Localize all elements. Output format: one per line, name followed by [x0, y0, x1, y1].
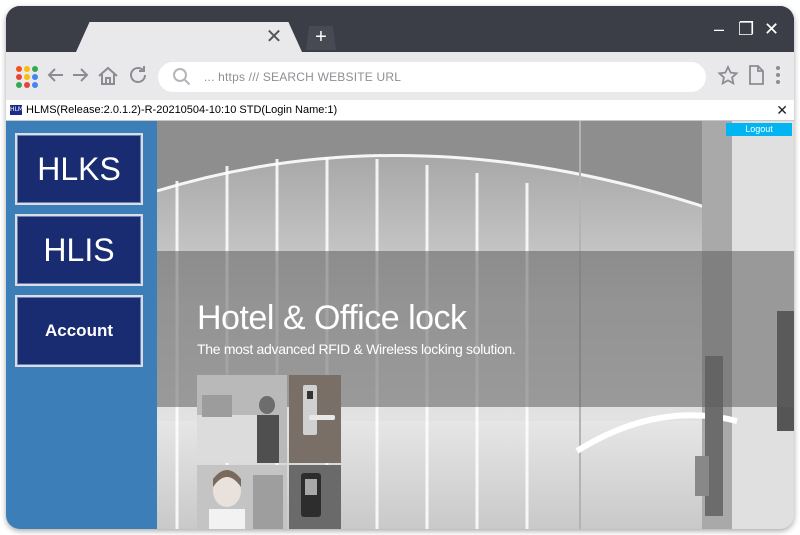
apps-dot	[32, 66, 38, 72]
nav-button-label: HLIS	[43, 232, 115, 268]
browser-toolbar: ... https /// SEARCH WEBSITE URL	[6, 52, 794, 100]
hero-subtitle: The most advanced RFID & Wireless lockin…	[197, 341, 516, 357]
receptionist-photo	[197, 465, 287, 529]
sidebar: HLKS HLIS Account	[6, 121, 157, 529]
search-icon	[173, 68, 191, 86]
apps-dot	[24, 74, 30, 80]
door-lock-photo	[289, 375, 341, 463]
app-titlebar: HLMS HLMS(Release:2.0.1.2)-R-20210504-10…	[6, 100, 794, 121]
apps-dot	[16, 82, 22, 88]
apps-grid-icon[interactable]	[16, 66, 38, 88]
page-icon[interactable]	[744, 64, 768, 88]
window-close-icon[interactable]: ✕	[764, 20, 779, 38]
nav-button-hlks[interactable]: HLKS	[15, 133, 143, 205]
forward-arrow-icon[interactable]	[68, 64, 92, 88]
tab-bar: ✕ + – ❐ ✕	[6, 6, 794, 52]
reload-icon[interactable]	[126, 64, 150, 88]
nav-button-label: HLKS	[37, 151, 121, 187]
url-placeholder: ... https /// SEARCH WEBSITE URL	[204, 70, 402, 84]
apps-dot	[16, 74, 22, 80]
minimize-icon[interactable]: –	[714, 20, 724, 38]
browser-window: ✕ + – ❐ ✕ ... https /// SEARCH WEBSITE U…	[6, 6, 794, 529]
apps-dot	[16, 66, 22, 72]
keypad-lock-photo	[289, 465, 341, 529]
home-icon[interactable]	[96, 64, 120, 88]
app-logo: HLMS	[10, 105, 27, 115]
apps-dot	[32, 82, 38, 88]
bookmark-star-icon[interactable]	[716, 64, 740, 88]
hotel-room-photo	[197, 375, 287, 463]
url-bar[interactable]: ... https /// SEARCH WEBSITE URL	[158, 62, 706, 92]
more-vert-icon[interactable]	[766, 64, 790, 88]
app-window: HLMS HLMS(Release:2.0.1.2)-R-20210504-10…	[6, 100, 794, 529]
apps-dot	[24, 82, 30, 88]
hero-title: Hotel & Office lock	[197, 299, 467, 337]
app-close-icon[interactable]: ✕	[776, 102, 788, 118]
logout-button[interactable]: Logout	[726, 123, 792, 136]
nav-button-hlis[interactable]: HLIS	[15, 214, 143, 286]
new-tab-button[interactable]: +	[306, 26, 336, 50]
back-arrow-icon[interactable]	[44, 64, 68, 88]
app-title: HLMS(Release:2.0.1.2)-R-20210504-10:10 S…	[26, 104, 338, 116]
tab-close-icon[interactable]: ✕	[265, 27, 283, 47]
restore-icon[interactable]: ❐	[738, 20, 754, 38]
apps-dot	[32, 74, 38, 80]
nav-button-label: Account	[45, 321, 113, 340]
hero-banner: Hotel & Office lock The most advanced RF…	[157, 121, 794, 529]
nav-button-account[interactable]: Account	[15, 295, 143, 367]
apps-dot	[24, 66, 30, 72]
